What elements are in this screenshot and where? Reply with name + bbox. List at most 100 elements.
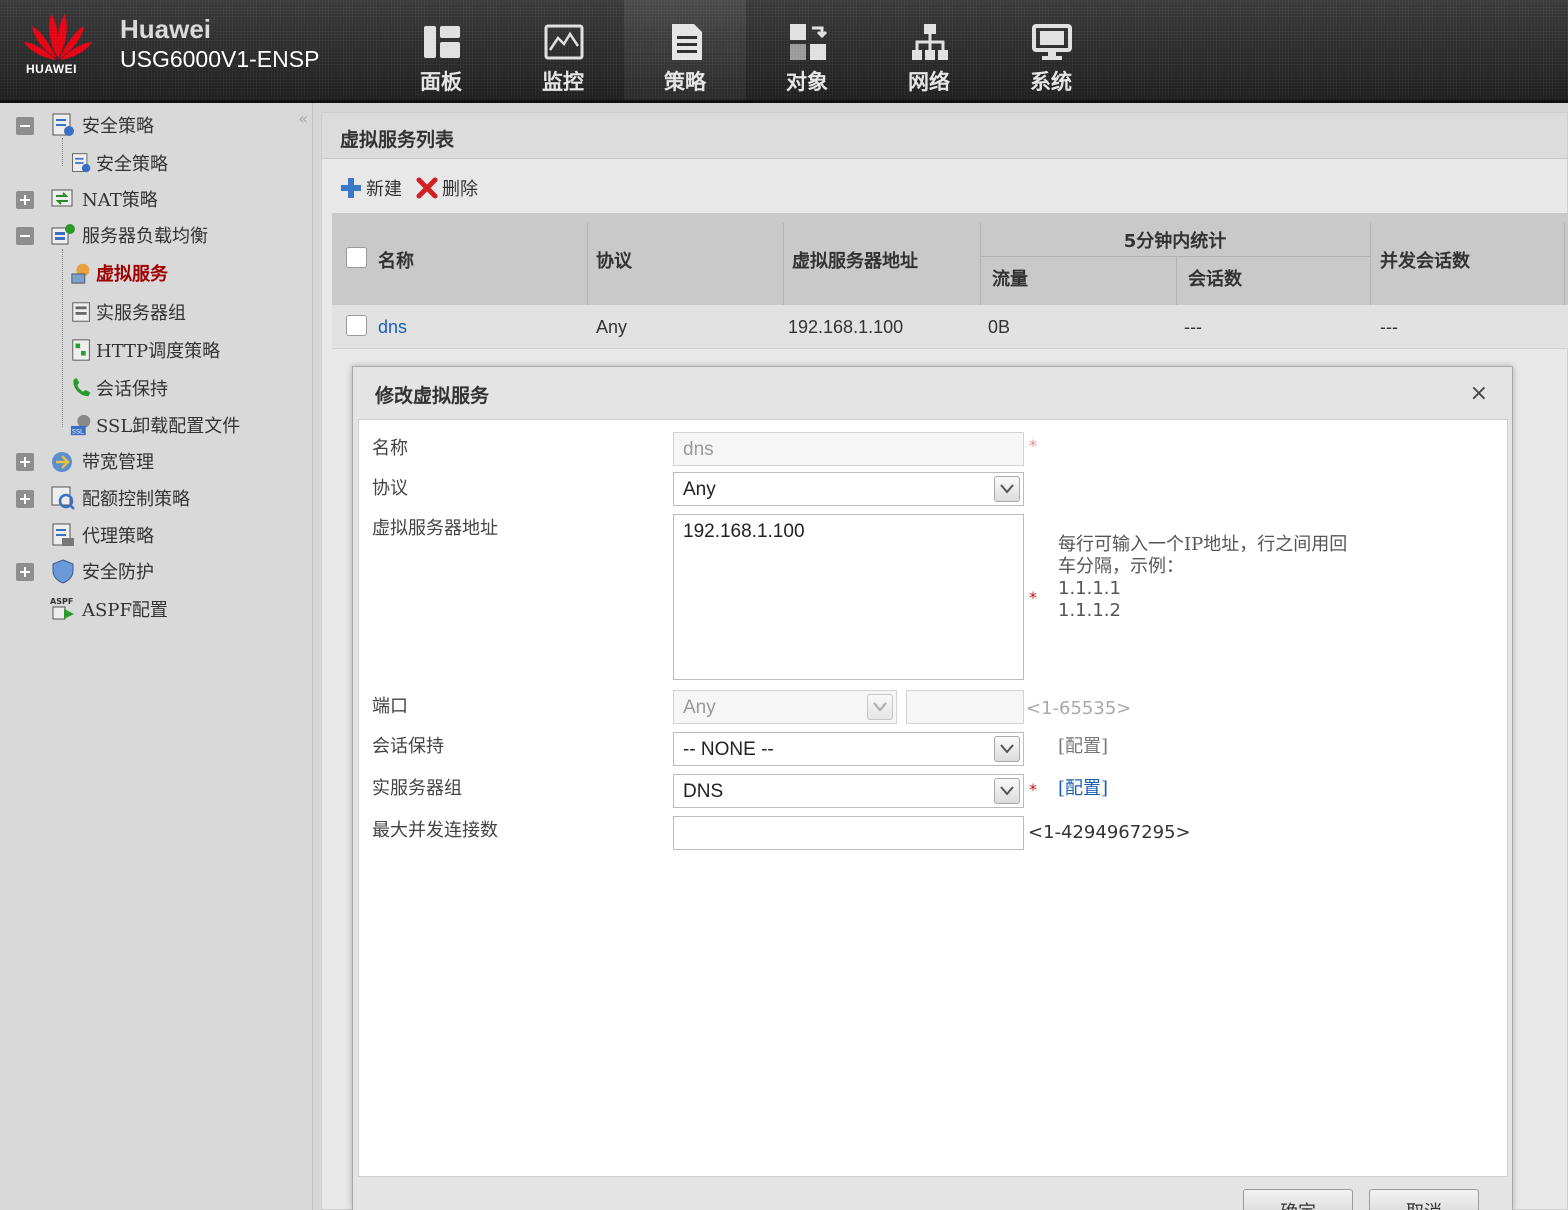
col-concurrent[interactable]: 并发会话数: [1380, 247, 1470, 273]
row-name-link[interactable]: dns: [378, 317, 407, 338]
nav-network[interactable]: 网络: [868, 0, 990, 100]
delete-button[interactable]: 删除: [416, 175, 478, 201]
table-header: 名称 协议 虚拟服务器地址 5分钟内统计 流量 会话数 并发会话数: [332, 213, 1568, 305]
sidebar-item-label: 代理策略: [82, 526, 154, 547]
sidebar-item-proxy-policy[interactable]: 代理策略: [50, 519, 154, 551]
nav-policy[interactable]: 策略: [624, 0, 746, 100]
security-policy-icon: [72, 153, 91, 173]
session-config-link[interactable]: [配置]: [1058, 736, 1108, 758]
chevron-down-icon[interactable]: [994, 476, 1020, 502]
monitor-icon: [544, 24, 584, 60]
top-header: HUAWEI Huawei USG6000V1-ENSP 面板 监控 策略 对象…: [0, 0, 1568, 103]
row-checkbox[interactable]: [346, 315, 367, 336]
server-group-select[interactable]: DNS: [673, 774, 1024, 808]
required-mark: *: [1029, 780, 1037, 799]
col-protocol[interactable]: 协议: [596, 247, 632, 273]
server-group-label: 实服务器组: [372, 778, 462, 799]
sidebar-item-label: 服务器负载均衡: [82, 226, 208, 247]
sidebar-item-aspf-config[interactable]: ASPF ASPF配置: [50, 593, 168, 625]
logo-text: HUAWEI: [26, 62, 77, 76]
sidebar-item-label: 安全防护: [82, 562, 154, 583]
aspf-icon: ASPF: [50, 597, 74, 620]
sidebar-item-bandwidth-management[interactable]: 带宽管理: [50, 445, 154, 477]
protocol-label: 协议: [372, 478, 408, 499]
sidebar-item-security-protection[interactable]: 安全防护: [50, 555, 154, 587]
proxy-icon: [52, 523, 74, 546]
sidebar-item-http-schedule-policy[interactable]: HTTP调度策略: [70, 334, 220, 366]
col-separator: [1370, 223, 1371, 305]
main-nav: 面板 监控 策略 对象 网络 系统: [380, 0, 1112, 100]
sidebar-item-label: SSL卸载配置文件: [96, 416, 241, 437]
sidebar-item-session-persistence[interactable]: 会话保持: [70, 372, 168, 404]
nav-dashboard[interactable]: 面板: [380, 0, 502, 100]
max-connections-input[interactable]: [673, 816, 1024, 850]
cancel-button[interactable]: 取消: [1369, 1189, 1479, 1210]
sidebar-item-server-load-balancing[interactable]: 服务器负载均衡: [50, 219, 208, 251]
sidebar-item-server-group[interactable]: 实服务器组: [70, 296, 186, 328]
row-protocol: Any: [596, 317, 628, 337]
policy-icon: [672, 24, 702, 60]
select-all-checkbox[interactable]: [346, 247, 367, 268]
sidebar-item-quota-control-policy[interactable]: 配额控制策略: [50, 482, 190, 514]
session-persistence-select[interactable]: -- NONE --: [673, 732, 1024, 766]
dialog-form: 名称 dns * 协议 Any 虚拟服务器地址 192.168.1.100 * …: [358, 419, 1508, 1177]
dialog-title: 修改虚拟服务: [375, 385, 490, 407]
nav-object[interactable]: 对象: [746, 0, 868, 100]
sidebar-item-security-policy-group[interactable]: 安全策略: [50, 109, 154, 141]
new-button-label: 新建: [366, 179, 402, 200]
security-policy-icon: [52, 113, 74, 136]
chevron-down-icon[interactable]: [994, 736, 1020, 762]
address-textarea[interactable]: 192.168.1.100: [673, 514, 1024, 680]
port-select[interactable]: Any: [673, 690, 897, 724]
sidebar-item-label: 虚拟服务: [96, 264, 168, 285]
server-group-config-link[interactable]: [配置]: [1058, 778, 1108, 800]
collapse-sidebar-icon[interactable]: «: [298, 109, 308, 128]
chevron-down-icon[interactable]: [867, 694, 893, 720]
chevron-down-icon[interactable]: [994, 778, 1020, 804]
expand-toggle-icon[interactable]: [16, 490, 34, 508]
panel-title-bar: 虚拟服务列表: [322, 113, 1567, 159]
edit-virtual-service-dialog: 修改虚拟服务 × 名称 dns * 协议 Any 虚拟服务器地址 192.168…: [352, 366, 1513, 1210]
http-schedule-icon: [72, 339, 90, 361]
sidebar-item-label: ASPF配置: [82, 600, 168, 621]
slb-icon: [51, 224, 75, 245]
table-row[interactable]: dns Any 192.168.1.100 0B --- ---: [332, 305, 1568, 349]
protocol-select[interactable]: Any: [673, 472, 1024, 506]
nav-label: 系统: [1030, 70, 1072, 94]
sidebar-item-security-policy[interactable]: 安全策略: [70, 147, 168, 179]
sidebar-item-label: 安全策略: [96, 154, 168, 175]
address-hint-line2: 车分隔，示例：: [1058, 556, 1184, 577]
shield-icon: [52, 559, 74, 584]
expand-toggle-icon[interactable]: [16, 563, 34, 581]
col-name[interactable]: 名称: [378, 247, 414, 273]
sidebar-item-ssl-offload-profile[interactable]: SSL SSL卸载配置文件: [70, 409, 240, 441]
col-address[interactable]: 虚拟服务器地址: [792, 247, 918, 273]
toolbar: 新建 删除: [340, 173, 492, 203]
nav-system[interactable]: 系统: [990, 0, 1112, 100]
address-hint-example2: 1.1.1.2: [1058, 600, 1121, 621]
sidebar-item-label: 安全策略: [82, 116, 154, 137]
close-icon[interactable]: ×: [1470, 381, 1488, 406]
tree-line: [62, 138, 63, 166]
col-traffic[interactable]: 流量: [992, 265, 1028, 291]
col-sessions[interactable]: 会话数: [1188, 265, 1242, 291]
session-keep-icon: [73, 377, 91, 397]
sidebar-item-label: 带宽管理: [82, 452, 154, 473]
col-separator: [1176, 257, 1177, 305]
name-input[interactable]: dns: [673, 432, 1024, 466]
port-input[interactable]: [906, 690, 1024, 724]
system-icon: [1032, 24, 1072, 60]
collapse-toggle-icon[interactable]: [16, 227, 34, 245]
svg-text:ASPF: ASPF: [50, 597, 73, 606]
expand-toggle-icon[interactable]: [16, 191, 34, 209]
port-value: Any: [683, 697, 716, 718]
new-button[interactable]: 新建: [340, 175, 402, 201]
nav-monitor[interactable]: 监控: [502, 0, 624, 100]
sidebar-item-nat-policy[interactable]: NAT策略: [50, 183, 158, 215]
ok-button[interactable]: 确定: [1243, 1189, 1353, 1210]
sidebar-item-virtual-service[interactable]: 虚拟服务: [70, 257, 168, 289]
collapse-toggle-icon[interactable]: [16, 117, 34, 135]
nav-label: 策略: [664, 70, 706, 94]
dashboard-icon: [424, 26, 460, 58]
expand-toggle-icon[interactable]: [16, 453, 34, 471]
